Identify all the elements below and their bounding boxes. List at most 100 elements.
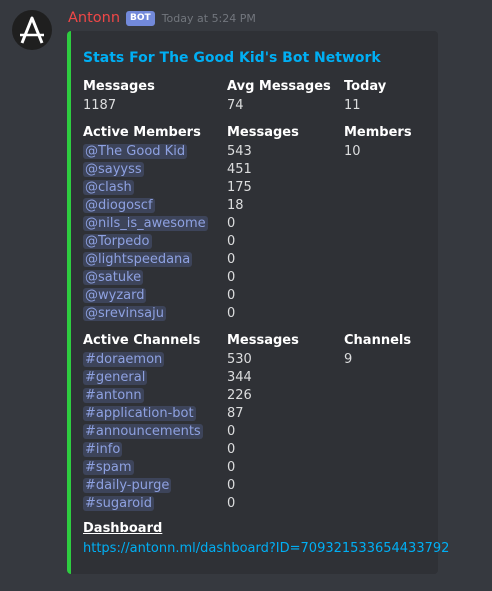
message-count: 451 xyxy=(227,162,252,177)
active-members-field-name: Active Members xyxy=(83,125,201,140)
avg-messages-field-value: 74 xyxy=(227,98,244,113)
list-item: #doraemon xyxy=(83,351,203,369)
message-count: 344 xyxy=(227,370,252,385)
list-item: @lightspeedana xyxy=(83,251,208,269)
avatar[interactable] xyxy=(12,10,52,50)
list-item: #spam xyxy=(83,459,203,477)
message-count: 0 xyxy=(227,496,236,511)
channel-mention[interactable]: #spam xyxy=(83,460,134,475)
message-count: 0 xyxy=(227,460,236,475)
message-timestamp: Today at 5:24 PM xyxy=(161,11,256,25)
list-item: 0 xyxy=(227,233,252,251)
list-item: #antonn xyxy=(83,387,203,405)
author-name[interactable]: Antonn xyxy=(68,10,120,26)
letter-a-avatar-icon xyxy=(20,16,44,44)
list-item: @nils_is_awesome xyxy=(83,215,208,233)
list-item: 87 xyxy=(227,405,252,423)
list-item: 0 xyxy=(227,287,252,305)
list-item: @clash xyxy=(83,179,208,197)
message-count: 0 xyxy=(227,270,236,285)
messages-field-name: Messages xyxy=(83,79,155,94)
list-item: @wyzard xyxy=(83,287,208,305)
list-item: 0 xyxy=(227,423,252,441)
stats-embed: Stats For The Good Kid's Bot Network Mes… xyxy=(67,31,449,574)
list-item: #daily-purge xyxy=(83,477,203,495)
list-item: 0 xyxy=(227,251,252,269)
message-count: 0 xyxy=(227,442,236,457)
list-item: 0 xyxy=(227,477,252,495)
list-item: 175 xyxy=(227,179,252,197)
message-count: 18 xyxy=(227,198,244,213)
user-mention[interactable]: @Torpedo xyxy=(83,234,152,249)
list-item: #info xyxy=(83,441,203,459)
list-item: 18 xyxy=(227,197,252,215)
message-count: 0 xyxy=(227,234,236,249)
member-mention-list: @The Good Kid @sayyss @clash @diogoscf @nils… xyxy=(83,143,208,323)
user-mention[interactable]: @satuke xyxy=(83,270,144,285)
today-field-name: Today xyxy=(344,79,387,94)
user-mention[interactable]: @diogoscf xyxy=(83,198,155,213)
channel-mention[interactable]: #sugaroid xyxy=(83,496,154,511)
list-item: @diogoscf xyxy=(83,197,208,215)
channel-mention[interactable]: #application-bot xyxy=(83,406,196,421)
user-mention[interactable]: @lightspeedana xyxy=(83,252,193,267)
user-mention[interactable]: @wyzard xyxy=(83,288,147,303)
dashboard-link[interactable]: https://antonn.ml/dashboard?ID=709321533… xyxy=(83,541,449,556)
message-header: Antonn BOT Today at 5:24 PM xyxy=(68,8,256,28)
message-count: 0 xyxy=(227,424,236,439)
list-item: @satuke xyxy=(83,269,208,287)
list-item: #application-bot xyxy=(83,405,203,423)
list-item: 530 xyxy=(227,351,252,369)
message-count: 0 xyxy=(227,478,236,493)
user-mention[interactable]: @srevinsaju xyxy=(83,306,166,321)
member-messages-field-name: Messages xyxy=(227,125,299,140)
list-item: 0 xyxy=(227,305,252,323)
message-count: 226 xyxy=(227,388,252,403)
list-item: 344 xyxy=(227,369,252,387)
member-count-list: 543 451 175 18 0 0 0 0 0 0 xyxy=(227,143,252,323)
list-item: 0 xyxy=(227,495,252,513)
message-count: 175 xyxy=(227,180,252,195)
active-channels-field-name: Active Channels xyxy=(83,333,201,348)
user-mention[interactable]: @nils_is_awesome xyxy=(83,216,208,231)
members-field-value: 10 xyxy=(344,144,361,159)
channel-mention[interactable]: #info xyxy=(83,442,123,457)
avg-messages-field-name: Avg Messages xyxy=(227,79,331,94)
message-count: 87 xyxy=(227,406,244,421)
list-item: @sayyss xyxy=(83,161,208,179)
channel-mention-list: #doraemon #general #antonn #application-bot… xyxy=(83,351,203,513)
embed-title: Stats For The Good Kid's Bot Network xyxy=(83,50,381,66)
channel-mention[interactable]: #daily-purge xyxy=(83,478,172,493)
channels-field-value: 9 xyxy=(344,352,353,367)
message-count: 0 xyxy=(227,252,236,267)
list-item: 0 xyxy=(227,269,252,287)
list-item: #announcements xyxy=(83,423,203,441)
user-mention[interactable]: @The Good Kid xyxy=(83,144,188,159)
list-item: 0 xyxy=(227,459,252,477)
list-item: @srevinsaju xyxy=(83,305,208,323)
list-item: 0 xyxy=(227,441,252,459)
channel-mention[interactable]: #general xyxy=(83,370,148,385)
list-item: #general xyxy=(83,369,203,387)
messages-field-value: 1187 xyxy=(83,98,117,113)
message-count: 0 xyxy=(227,216,236,231)
user-mention[interactable]: @sayyss xyxy=(83,162,144,177)
dashboard-field-name: Dashboard xyxy=(83,521,163,536)
list-item: 451 xyxy=(227,161,252,179)
channel-count-list: 530 344 226 87 0 0 0 0 0 xyxy=(227,351,252,513)
channel-mention[interactable]: #doraemon xyxy=(83,352,165,367)
list-item: @The Good Kid xyxy=(83,143,208,161)
channel-mention[interactable]: #announcements xyxy=(83,424,203,439)
channel-messages-field-name: Messages xyxy=(227,333,299,348)
channels-field-name: Channels xyxy=(344,333,412,348)
today-field-value: 11 xyxy=(344,98,361,113)
bot-tag: BOT xyxy=(126,10,155,26)
message-count: 0 xyxy=(227,306,236,321)
message-count: 543 xyxy=(227,144,252,159)
list-item: @Torpedo xyxy=(83,233,208,251)
channel-mention[interactable]: #antonn xyxy=(83,388,144,403)
list-item: 543 xyxy=(227,143,252,161)
message-count: 0 xyxy=(227,288,236,303)
user-mention[interactable]: @clash xyxy=(83,180,134,195)
list-item: #sugaroid xyxy=(83,495,203,513)
